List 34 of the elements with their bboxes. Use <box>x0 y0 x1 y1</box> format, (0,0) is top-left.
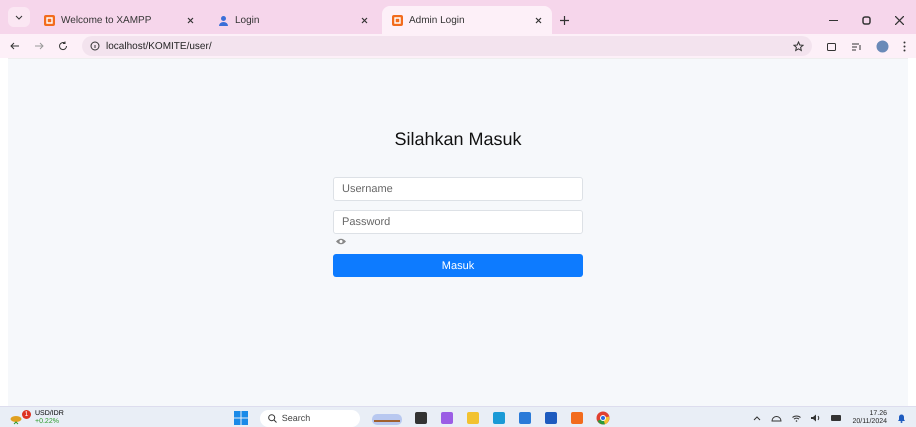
forward-icon[interactable] <box>34 41 44 51</box>
restore-icon[interactable] <box>862 16 871 25</box>
speaker-icon[interactable] <box>811 414 822 422</box>
chrome-icon[interactable] <box>596 411 610 425</box>
login-heading: Silahkan Masuk <box>394 129 522 150</box>
close-icon[interactable] <box>187 16 194 24</box>
back-icon[interactable] <box>10 41 20 51</box>
media-icon[interactable] <box>851 40 862 52</box>
battery-icon[interactable] <box>831 415 842 421</box>
reload-icon[interactable] <box>58 41 68 51</box>
address-bar[interactable]: localhost/KOMITE/user/ <box>82 36 812 56</box>
bell-icon[interactable] <box>897 413 906 423</box>
search-icon <box>268 414 277 422</box>
close-icon[interactable] <box>535 16 542 24</box>
password-field[interactable]: Password <box>333 210 583 234</box>
wifi-icon[interactable] <box>792 414 802 422</box>
info-icon <box>90 41 100 51</box>
taskbar-search[interactable]: Search <box>260 410 360 426</box>
close-icon[interactable] <box>361 16 368 24</box>
username-field[interactable]: Username <box>333 177 583 201</box>
login-button[interactable]: Masuk <box>333 254 583 277</box>
new-tab-icon[interactable] <box>560 16 569 25</box>
windows-start-icon[interactable] <box>234 411 248 425</box>
menu-icon[interactable] <box>903 40 906 52</box>
chevron-up-icon[interactable] <box>753 416 762 420</box>
caret-icon <box>15 14 23 20</box>
browser-tab[interactable]: Login <box>208 6 378 34</box>
close-icon[interactable] <box>895 16 904 25</box>
star-icon[interactable] <box>793 40 804 52</box>
user-icon <box>218 14 229 26</box>
eye-icon[interactable] <box>336 238 346 245</box>
browser-tab[interactable]: Admin Login <box>382 6 552 34</box>
avatar-icon[interactable] <box>876 40 889 52</box>
browser-tab[interactable]: Welcome to XAMPP <box>34 6 204 34</box>
